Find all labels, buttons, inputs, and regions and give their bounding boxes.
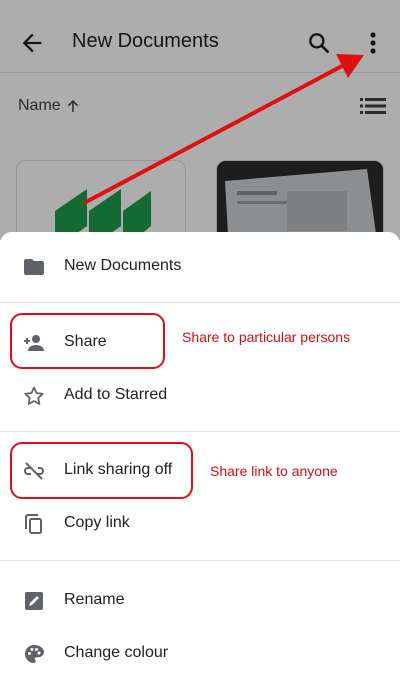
- sheet-title: New Documents: [64, 257, 182, 274]
- divider: [0, 431, 400, 432]
- folder-icon: [24, 259, 44, 275]
- link-sharing-highlight-box: [10, 442, 193, 499]
- add-to-starred-label: Add to Starred: [64, 386, 168, 403]
- sheet-header: New Documents: [0, 242, 400, 292]
- divider: [0, 560, 400, 561]
- link-annotation: Share link to anyone: [210, 463, 338, 479]
- share-annotation: Share to particular persons: [182, 329, 351, 345]
- divider: [0, 302, 400, 303]
- rename-label: Rename: [64, 591, 125, 608]
- rename-item[interactable]: Rename: [0, 576, 400, 626]
- copy-link-label: Copy link: [64, 514, 130, 531]
- modal-scrim[interactable]: [0, 0, 400, 240]
- copy-link-item[interactable]: Copy link: [0, 499, 400, 549]
- copy-icon: [25, 514, 42, 534]
- share-highlight-box: [10, 313, 165, 369]
- change-colour-label: Change colour: [64, 644, 169, 661]
- rename-icon: [25, 592, 43, 610]
- star-outline-icon: [24, 386, 44, 405]
- add-to-starred-item[interactable]: Add to Starred: [0, 371, 400, 421]
- palette-icon: [25, 645, 44, 663]
- change-colour-item[interactable]: Change colour: [0, 629, 400, 679]
